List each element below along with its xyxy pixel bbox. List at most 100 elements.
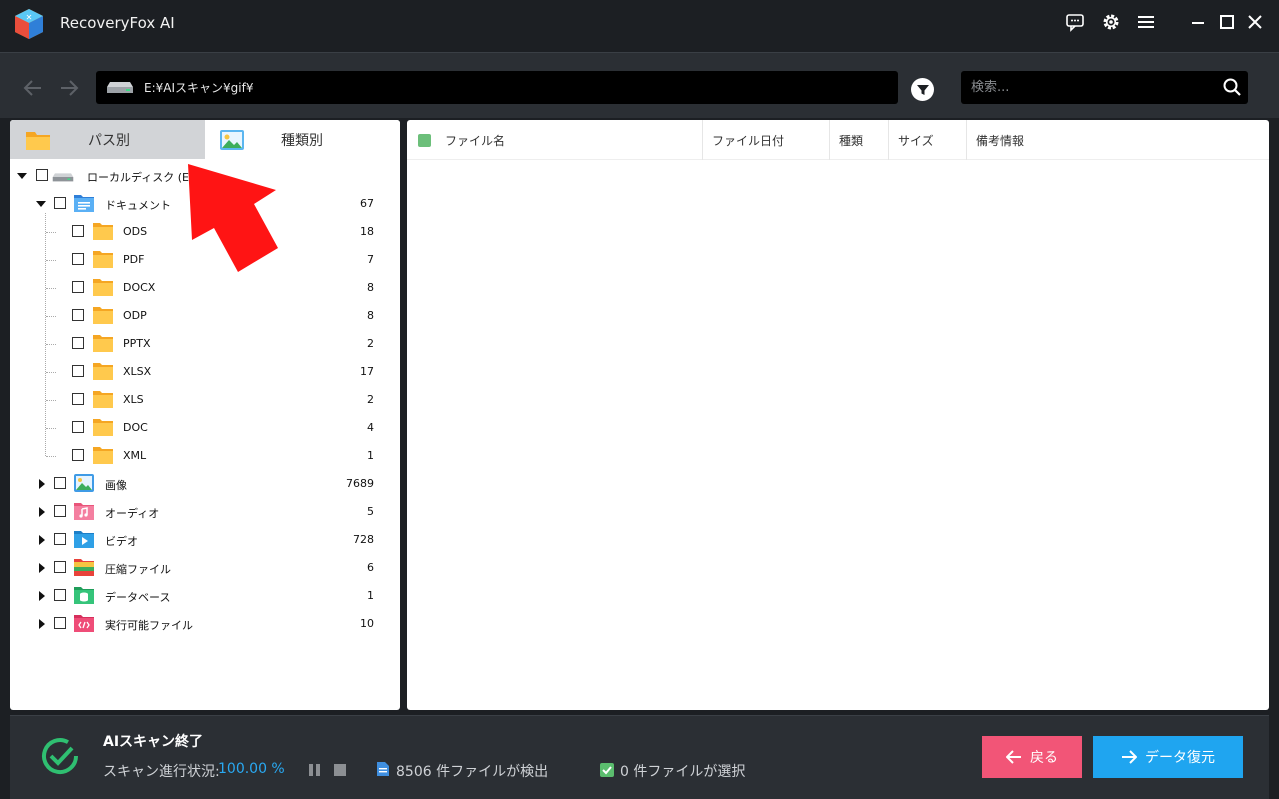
tree-row-doc-format[interactable]: XML 1	[10, 442, 400, 470]
collapse-arrow-icon[interactable]	[36, 199, 46, 209]
tree-row-category[interactable]: データベース 1	[10, 582, 400, 610]
column-size[interactable]: サイズ	[888, 120, 967, 160]
app-logo-icon: ✕	[15, 9, 43, 39]
tree-label: オーディオ	[105, 507, 160, 520]
minimize-icon[interactable]	[1186, 10, 1210, 34]
expand-arrow-icon[interactable]	[37, 507, 47, 517]
expand-arrow-icon[interactable]	[37, 535, 47, 545]
search-input[interactable]	[971, 77, 1211, 97]
file-count: 7689	[346, 477, 374, 490]
checkbox[interactable]	[36, 169, 48, 181]
tree-row-category[interactable]: 実行可能ファイル 10	[10, 610, 400, 638]
expand-arrow-icon[interactable]	[37, 619, 47, 629]
scan-progress-value: 100.00 %	[218, 761, 285, 777]
status-bar: AIスキャン終了 スキャン進行状況: 100.00 % 8506 件ファイルが検…	[10, 715, 1269, 799]
settings-gear-icon[interactable]	[1099, 10, 1123, 34]
back-button[interactable]: 戻る	[982, 736, 1082, 778]
tree-row-category[interactable]: オーディオ 5	[10, 498, 400, 526]
filter-icon[interactable]	[911, 78, 934, 101]
column-notes[interactable]: 備考情報	[966, 120, 1269, 160]
tree-guide-line	[46, 456, 56, 457]
checkbox[interactable]	[72, 281, 84, 293]
checkbox[interactable]	[72, 337, 84, 349]
tree-label: ODP	[123, 309, 147, 322]
tree-row-doc-format[interactable]: XLSX 17	[10, 358, 400, 386]
checkbox[interactable]	[72, 365, 84, 377]
checkbox[interactable]	[72, 225, 84, 237]
tree-row-doc-format[interactable]: ODP 8	[10, 302, 400, 330]
checkbox[interactable]	[54, 589, 66, 601]
file-count: 6	[367, 561, 374, 574]
tree-label: 圧縮ファイル	[105, 563, 171, 576]
checkbox[interactable]	[72, 421, 84, 433]
stop-icon[interactable]	[334, 764, 346, 776]
column-type[interactable]: 種類	[829, 120, 889, 160]
image-icon	[220, 130, 244, 150]
checkbox[interactable]	[54, 617, 66, 629]
checkbox[interactable]	[72, 309, 84, 321]
forward-arrow-icon[interactable]	[56, 75, 82, 101]
expand-arrow-icon[interactable]	[37, 563, 47, 573]
tree-row-doc-format[interactable]: DOC 4	[10, 414, 400, 442]
collapse-arrow-icon[interactable]	[17, 171, 27, 181]
drive-icon	[52, 173, 74, 182]
checkbox[interactable]	[54, 561, 66, 573]
feedback-icon[interactable]	[1063, 10, 1087, 34]
folder-icon	[92, 361, 114, 381]
scan-complete-icon	[42, 738, 79, 775]
tree-row-category[interactable]: 圧縮ファイル 6	[10, 554, 400, 582]
file-count: 67	[360, 197, 374, 210]
path-bar[interactable]: E:¥AIスキャン¥gif¥	[96, 71, 898, 104]
search-box	[961, 71, 1248, 104]
tab-by-type[interactable]: 種類別	[205, 120, 400, 159]
tree-guide-line	[46, 260, 56, 261]
file-count: 8	[367, 281, 374, 294]
document-folder-icon	[74, 195, 94, 212]
checkbox[interactable]	[54, 533, 66, 545]
checkbox[interactable]	[54, 505, 66, 517]
tree-row-doc-format[interactable]: PPTX 2	[10, 330, 400, 358]
tree-label: ドキュメント	[105, 199, 171, 212]
file-count: 17	[360, 365, 374, 378]
folder-icon	[92, 445, 114, 465]
tree-row-category[interactable]: ビデオ 728	[10, 526, 400, 554]
checkbox[interactable]	[54, 477, 66, 489]
tree-label: 画像	[105, 479, 127, 492]
search-icon[interactable]	[1222, 77, 1242, 97]
menu-icon[interactable]	[1134, 10, 1158, 34]
tab-by-type-label: 種類別	[281, 132, 323, 149]
arrow-right-icon	[1122, 750, 1137, 764]
column-file-date[interactable]: ファイル日付	[702, 120, 830, 160]
back-arrow-icon[interactable]	[20, 75, 46, 101]
arrow-left-icon	[1006, 750, 1021, 764]
recover-button[interactable]: データ復元	[1093, 736, 1243, 778]
maximize-icon[interactable]	[1215, 10, 1239, 34]
close-icon[interactable]	[1243, 10, 1267, 34]
scan-status-title: AIスキャン終了	[103, 734, 204, 750]
checkbox[interactable]	[72, 449, 84, 461]
tree-row-doc-format[interactable]: DOCX 8	[10, 274, 400, 302]
back-button-label: 戻る	[1030, 750, 1058, 766]
checkbox[interactable]	[72, 253, 84, 265]
path-text: E:¥AIスキャン¥gif¥	[144, 81, 254, 95]
pause-icon[interactable]	[308, 763, 321, 777]
tree-row-category[interactable]: 画像 7689	[10, 470, 400, 498]
title-bar: ✕ RecoveryFox AI	[0, 0, 1279, 50]
tree-label: ODS	[123, 225, 148, 238]
checkbox[interactable]	[54, 197, 66, 209]
image-folder-icon	[73, 473, 95, 493]
tab-by-path[interactable]: パス別	[10, 120, 205, 159]
file-list-panel: ファイル名 ファイル日付 種類 サイズ 備考情報	[407, 120, 1269, 710]
select-all-checkbox[interactable]	[418, 134, 431, 147]
tree-row-doc-format[interactable]: XLS 2	[10, 386, 400, 414]
expand-arrow-icon[interactable]	[37, 591, 47, 601]
expand-arrow-icon[interactable]	[37, 479, 47, 489]
tab-by-path-label: パス別	[88, 132, 130, 149]
tree-label: DOCX	[123, 281, 156, 294]
checkbox[interactable]	[72, 393, 84, 405]
folder-icon	[92, 417, 114, 437]
selected-check-icon	[600, 763, 614, 777]
tree-label: XML	[123, 449, 147, 462]
database-folder-icon	[73, 585, 95, 605]
column-filename[interactable]: ファイル名	[436, 120, 702, 160]
